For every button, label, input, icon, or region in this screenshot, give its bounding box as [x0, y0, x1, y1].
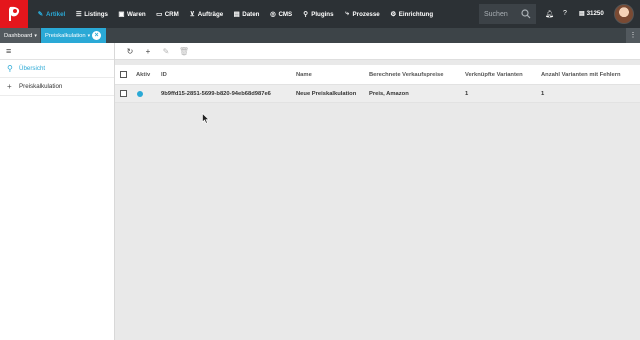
- account-icon: ▤: [579, 10, 587, 17]
- nav-item-crm[interactable]: ▭ CRM: [156, 10, 179, 19]
- close-tab-icon[interactable]: ×: [92, 31, 101, 40]
- column-header-variants[interactable]: Verknüpfte Varianten: [465, 65, 523, 84]
- column-header-id[interactable]: ID: [161, 65, 167, 84]
- table-header-row: Aktiv ID Name Berechnete Verkaufspreise …: [115, 65, 640, 85]
- cart-icon: ⊻: [189, 11, 195, 18]
- search-icon: ⚲: [7, 64, 13, 73]
- hamburger-icon: ≡: [6, 46, 12, 56]
- plentymarkets-logo[interactable]: [0, 0, 28, 28]
- chevron-down-icon: ▾: [87, 32, 91, 39]
- active-status-dot: [137, 90, 143, 97]
- tag-icon: ✎: [37, 11, 44, 18]
- add-icon[interactable]: +: [139, 47, 157, 56]
- cell-variants: 1: [465, 90, 469, 97]
- nav-item-prozesse[interactable]: ⤷ Prozesse: [344, 10, 380, 18]
- nav-item-plugins[interactable]: ⚲ Plugins: [302, 10, 333, 19]
- account-id[interactable]: ▤ 31250: [579, 10, 604, 17]
- global-search-input[interactable]: Suchen: [479, 4, 536, 24]
- nav-item-artikel[interactable]: ✎ Artikel: [37, 10, 66, 19]
- chevron-down-icon: ▾: [34, 32, 37, 39]
- row-checkbox[interactable]: [120, 90, 127, 97]
- refresh-icon[interactable]: ↻: [121, 47, 139, 56]
- edit-icon[interactable]: ✎: [157, 47, 175, 56]
- sidebar-item-uebersicht[interactable]: ⚲ Übersicht: [0, 60, 114, 78]
- price-calculation-table: Aktiv ID Name Berechnete Verkaufspreise …: [115, 65, 640, 103]
- main-content: ↻ + ✎ 🗑︎ Aktiv ID Name Berechnete Verkau…: [115, 43, 640, 340]
- plus-icon: +: [7, 82, 12, 91]
- nav-item-waren[interactable]: ▣ Waren: [118, 10, 145, 19]
- tab-dashboard[interactable]: Dashboard ▾: [0, 28, 40, 43]
- cms-icon: ◎: [270, 11, 276, 18]
- tab-bar: Dashboard ▾ Preiskalkulation ▾ × ⋮: [0, 28, 640, 43]
- gear-icon: ⚙: [390, 11, 397, 18]
- plug-icon: ⚲: [303, 11, 309, 18]
- truck-icon: ▣: [118, 11, 125, 18]
- main-menu: ✎ Artikel ☰ Listings ▣ Waren ▭ CRM ⊻ Aufträge…: [37, 0, 443, 28]
- sidebar-item-preiskalkulation[interactable]: + Preiskalkulation: [0, 78, 114, 96]
- delete-icon[interactable]: 🗑︎: [175, 47, 193, 56]
- column-header-errors[interactable]: Anzahl Varianten mit Fehlern: [541, 65, 621, 84]
- sidebar: ≡ ⚲ Übersicht + Preiskalkulation: [0, 43, 115, 340]
- column-header-active[interactable]: Aktiv: [136, 65, 150, 84]
- nav-item-auftraege[interactable]: ⊻ Aufträge: [189, 10, 223, 19]
- user-avatar[interactable]: [614, 4, 634, 24]
- column-header-prices[interactable]: Berechnete Verkaufspreise: [369, 65, 443, 84]
- sidebar-menu-toggle[interactable]: ≡: [0, 43, 114, 60]
- tab-preiskalkulation[interactable]: Preiskalkulation ▾ ×: [41, 28, 106, 43]
- nav-item-daten[interactable]: ▤ Daten: [233, 10, 260, 19]
- notification-bell-icon[interactable]: 🔔︎: [545, 10, 554, 18]
- top-navigation: ✎ Artikel ☰ Listings ▣ Waren ▭ CRM ⊻ Aufträge…: [0, 0, 640, 28]
- table-row[interactable]: 9b9ffd15-2851-5699-b820-94eb68d987e6 Neu…: [115, 85, 640, 103]
- help-icon[interactable]: ?: [563, 10, 567, 17]
- nav-item-cms[interactable]: ◎ CMS: [269, 10, 292, 19]
- logo-icon: [9, 6, 20, 21]
- cell-id: 9b9ffd15-2851-5699-b820-94eb68d987e6: [161, 90, 271, 97]
- contacts-icon: ▭: [156, 11, 163, 18]
- nav-item-listings[interactable]: ☰ Listings: [75, 10, 108, 19]
- search-icon: [521, 9, 531, 19]
- cell-errors: 1: [541, 90, 545, 97]
- list-icon: ☰: [75, 11, 82, 18]
- column-header-name[interactable]: Name: [296, 65, 312, 84]
- nav-item-einrichtung[interactable]: ⚙ Einrichtung: [390, 10, 433, 19]
- more-options-icon[interactable]: ⋮: [626, 28, 640, 43]
- mouse-cursor-icon: [202, 113, 210, 124]
- select-all-checkbox[interactable]: [120, 71, 127, 78]
- cell-name: Neue Preiskalkulation: [296, 90, 357, 97]
- cell-prices: Preis, Amazon: [369, 90, 409, 97]
- process-icon: ⤷: [345, 10, 349, 17]
- toolbar: ↻ + ✎ 🗑︎: [115, 43, 640, 60]
- database-icon: ▤: [233, 11, 240, 18]
